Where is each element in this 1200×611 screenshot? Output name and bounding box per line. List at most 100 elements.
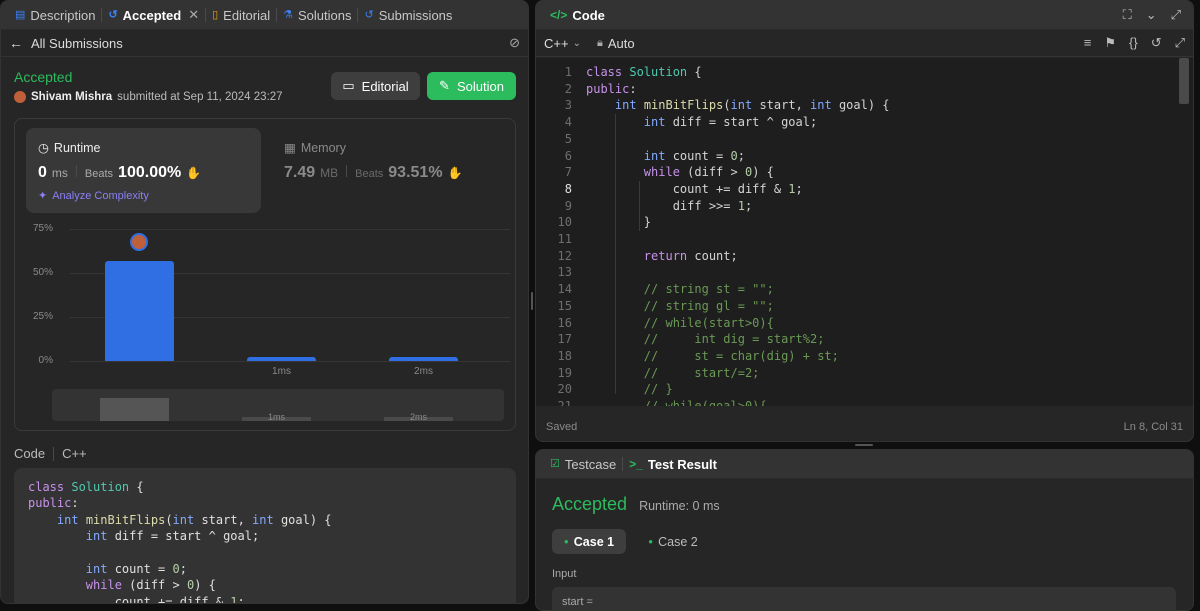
left-tab-bar: ▤ Description ↺ Accepted ✕ ▯ Editorial ⚗… [1, 1, 528, 30]
line-number: 10 [557, 215, 572, 230]
close-icon[interactable]: ✕ [188, 7, 199, 23]
runtime-values: 0 ms Beats 100.00% ✋ [38, 164, 201, 182]
line-number: 7 [564, 165, 572, 180]
code-line: while (diff > 0) { [643, 165, 774, 180]
code-line: return count; [643, 248, 738, 263]
runtime-unit: ms [51, 166, 68, 180]
format-icon[interactable]: ≡ [1084, 35, 1092, 51]
line-number: 2 [564, 81, 572, 96]
x-tick-label: 1ms [272, 366, 291, 377]
solution-button[interactable]: ✎ Solution [427, 72, 516, 100]
solution-button-label: Solution [456, 78, 504, 94]
editor-scrollbar[interactable] [1179, 58, 1189, 406]
line-number: 6 [564, 148, 572, 163]
code-icon: </> [550, 8, 568, 22]
tab-code[interactable]: </> Code [544, 1, 611, 30]
language-select[interactable]: C++ ⌄ [544, 36, 581, 51]
code-line: } [586, 215, 652, 230]
chip-icon: ▦ [284, 141, 296, 155]
maximize-icon[interactable]: ⛶ [1123, 7, 1132, 23]
restore-icon[interactable]: ⌄ [1146, 7, 1157, 23]
editorial-button-label: Editorial [361, 78, 409, 94]
code-editor-panel: </> Code ⛶ ⌄ ⤢ C++ ⌄ 🔒︎ Auto ≡ ⚑ {} ↺ ⤢ … [535, 0, 1194, 442]
code-line: // start/=2; [643, 365, 760, 380]
submission-panel: ▤ Description ↺ Accepted ✕ ▯ Editorial ⚗… [0, 0, 529, 604]
tab-solutions[interactable]: ⚗ Solutions [277, 1, 357, 30]
editor-code[interactable]: class Solution {public: int minBitFlips(… [586, 64, 890, 406]
reset-icon[interactable]: ↺ [1151, 35, 1162, 51]
lang-label: C++ [62, 446, 87, 461]
editor-actions: ≡ ⚑ {} ↺ ⤢ [1084, 35, 1185, 51]
y-tick-label: 25% [32, 311, 53, 322]
back-arrow-icon[interactable]: ← [9, 35, 23, 51]
tab-test-result[interactable]: >_ Test Result [623, 450, 723, 479]
clock-icon: ◷ [38, 141, 49, 155]
case-1-button[interactable]: ● Case 1 [552, 529, 626, 554]
code-line: // int dig = start%2; [643, 332, 825, 347]
memory-label: Memory [300, 140, 346, 155]
mode-select[interactable]: 🔒︎ Auto [597, 36, 635, 51]
code-text: class Solution {public: int minBitFlips(… [28, 479, 332, 603]
line-number: 20 [557, 382, 572, 397]
x-tick-label: 2ms [414, 366, 433, 377]
memory-beats-value: 93.51% [388, 164, 443, 181]
case-1-label: Case 1 [573, 534, 615, 549]
analyze-complexity-label: Analyze Complexity [52, 189, 149, 202]
submission-status: Accepted [14, 69, 73, 85]
expand-icon[interactable]: ⤢ [1171, 7, 1181, 23]
chart-bar[interactable] [247, 356, 316, 361]
memory-box[interactable]: ▦ Memory 7.49 MB Beats 93.51% ✋ [272, 128, 507, 213]
code-line: // while(goal>0){ [586, 398, 890, 406]
editor-body[interactable]: 123456789101112131415161718192021 class … [536, 58, 1193, 406]
divider [346, 165, 348, 177]
analyze-complexity-link[interactable]: ✦ Analyze Complexity [38, 189, 149, 203]
all-submissions-link[interactable]: All Submissions [31, 36, 123, 51]
chart-bar[interactable] [389, 356, 458, 361]
tab-editorial[interactable]: ▯ Editorial [206, 1, 276, 30]
tab-description[interactable]: ▤ Description [9, 1, 101, 30]
code-line: int diff = start ^ goal; [643, 115, 818, 130]
mode-value: Auto [607, 35, 635, 51]
memory-unit: MB [320, 166, 339, 180]
tab-accepted[interactable]: ↺ Accepted ✕ [102, 1, 205, 30]
tab-code-label: Code [572, 7, 605, 23]
lock-icon: 🔒︎ [596, 36, 603, 49]
submitted-time: submitted at Sep 11, 2024 23:27 [117, 91, 283, 103]
runtime-distribution-chart[interactable]: 0% 25% 50% 75% 1ms 2ms 1ms 2ms [15, 219, 515, 429]
code-line: // string gl = ""; [643, 298, 774, 313]
line-number: 15 [557, 298, 572, 313]
tab-submissions-label: Submissions [378, 7, 453, 23]
editorial-button[interactable]: ▭ Editorial [331, 72, 420, 100]
share-link-icon[interactable]: ⊘ [509, 35, 520, 51]
runtime-box[interactable]: ◷ Runtime 0 ms Beats 100.00% ✋ ✦ Analyze… [26, 128, 261, 213]
result-status: Accepted [552, 494, 628, 514]
tab-submissions[interactable]: ↺ Submissions [358, 1, 458, 30]
tab-testcase[interactable]: ☑ Testcase [544, 450, 622, 479]
line-number: 11 [557, 232, 572, 247]
submitted-code-block: class Solution {public: int minBitFlips(… [14, 468, 516, 603]
horizontal-splitter[interactable] [535, 442, 1194, 449]
braces-icon[interactable]: {} [1129, 35, 1138, 51]
case-2-button[interactable]: ● Case 2 [636, 529, 710, 554]
memory-values: 7.49 MB Beats 93.51% ✋ [284, 164, 463, 182]
editor-window-controls: ⛶ ⌄ ⤢ [1123, 7, 1185, 23]
result-runtime: Runtime: 0 ms [639, 499, 720, 513]
tab-test-result-label: Test Result [647, 456, 717, 472]
test-tab-bar: ☑ Testcase >_ Test Result [536, 450, 1193, 479]
fullscreen-icon[interactable]: ⤢ [1175, 35, 1185, 51]
line-number: 19 [557, 365, 572, 380]
indent-guide [615, 114, 616, 394]
scrollbar-thumb[interactable] [1179, 58, 1189, 104]
indent-guide [639, 181, 640, 231]
submissions-subbar: ← All Submissions ⊘ [1, 30, 528, 57]
line-number: 5 [564, 131, 572, 146]
code-line: int diff = start ^ goal; [85, 529, 260, 544]
bookmark-icon[interactable]: ⚑ [1104, 35, 1116, 51]
chart-bar[interactable] [105, 260, 174, 361]
runtime-beats-label: Beats [84, 168, 114, 180]
user-name[interactable]: Shivam Mishra [31, 91, 112, 103]
book-icon: ▭ [342, 78, 355, 93]
edit-icon: ✎ [439, 78, 450, 93]
